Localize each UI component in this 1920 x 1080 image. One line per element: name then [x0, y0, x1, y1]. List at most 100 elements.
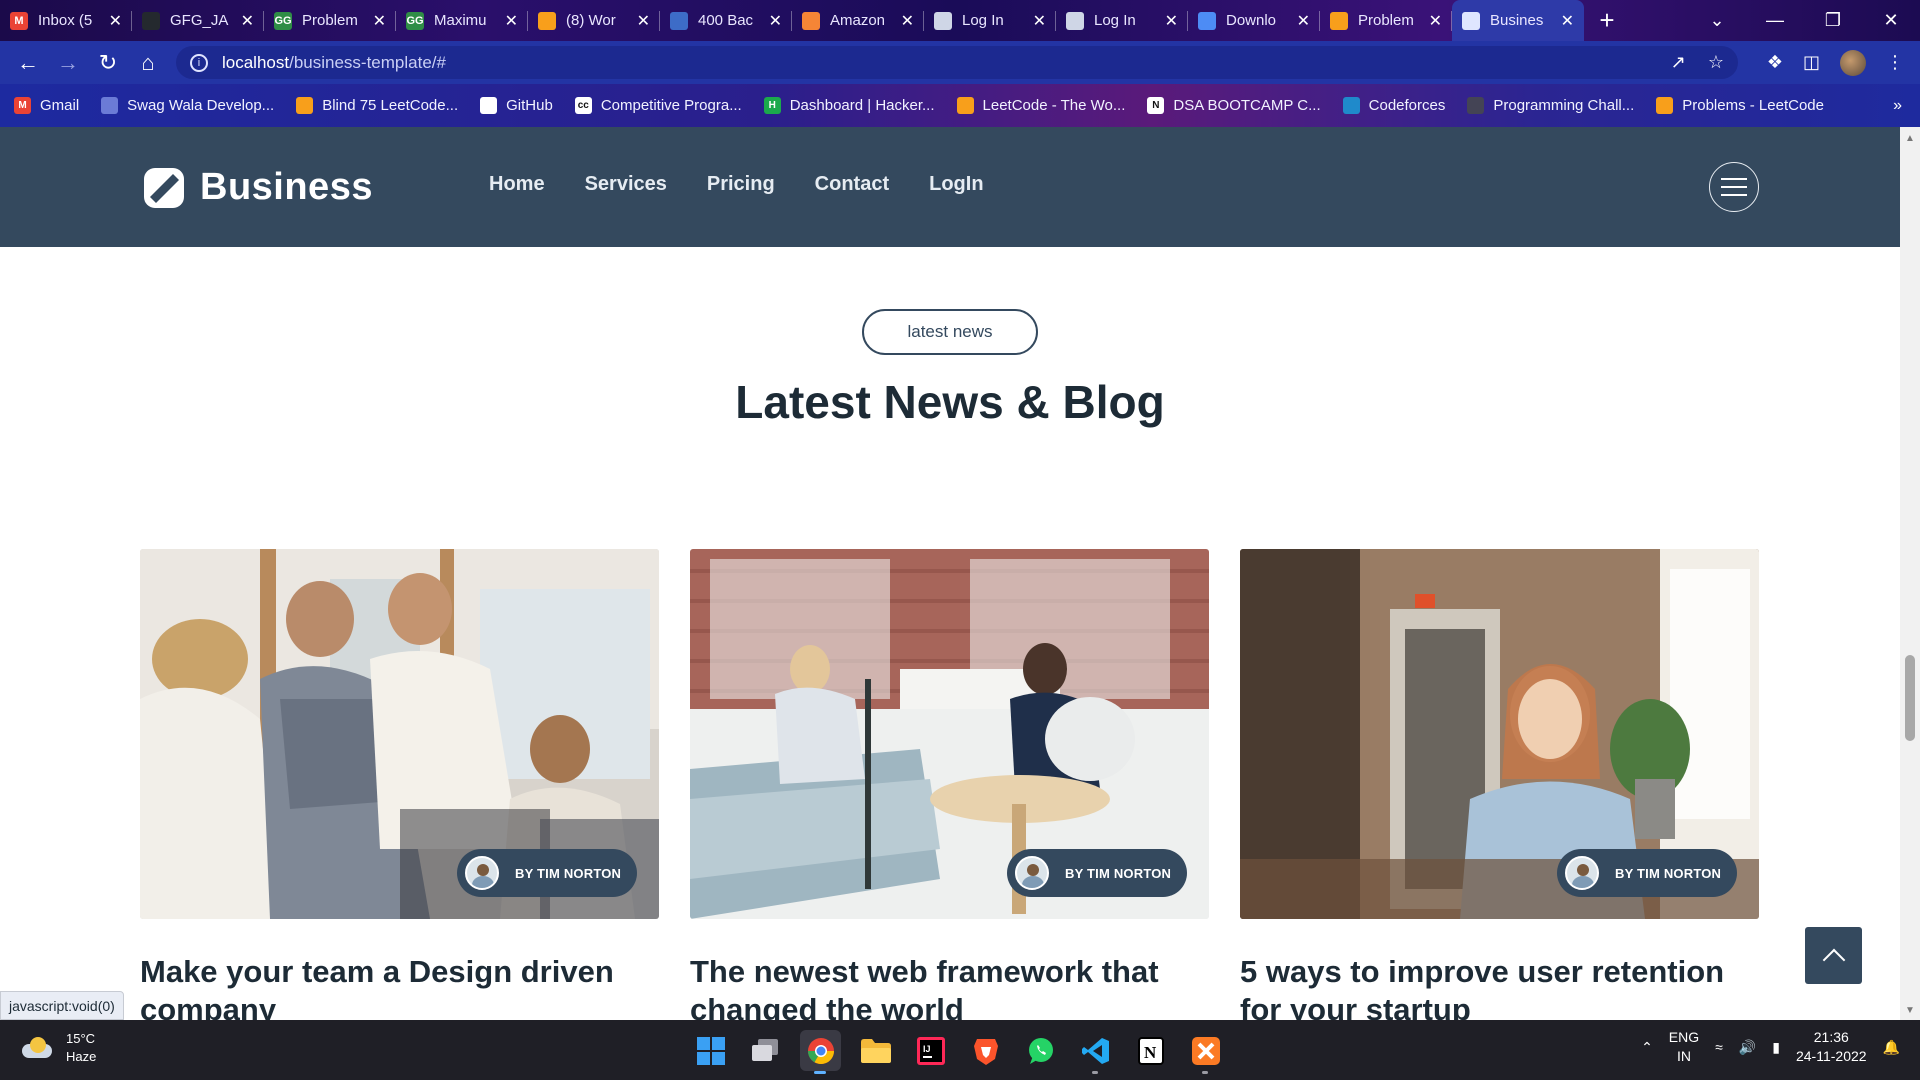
brave-button[interactable] [965, 1030, 1006, 1071]
profile-avatar[interactable] [1840, 49, 1866, 76]
blog-card[interactable]: BY TIM NORTON Make your team a Design dr… [140, 549, 659, 1020]
browser-tab[interactable]: GG Problem ✕ [264, 0, 396, 41]
author-badge[interactable]: BY TIM NORTON [1557, 849, 1737, 897]
author-badge[interactable]: BY TIM NORTON [457, 849, 637, 897]
bookmark-item[interactable]: Problems - LeetCode [1656, 97, 1824, 114]
blog-card-photo-office-lounge[interactable]: BY TIM NORTON [690, 549, 1209, 919]
brand-logo[interactable]: Business [144, 166, 373, 209]
chrome-taskbar-button[interactable] [800, 1030, 841, 1074]
wifi-icon[interactable]: ≈ [1715, 1039, 1723, 1055]
hamburger-menu-button[interactable] [1709, 162, 1759, 212]
tab-close-icon[interactable]: ✕ [637, 11, 650, 31]
browser-tab[interactable]: M Inbox (5 ✕ [0, 0, 132, 41]
back-button[interactable]: ← [8, 43, 48, 83]
tab-close-icon[interactable]: ✕ [1033, 11, 1046, 31]
site-info-icon[interactable]: i [190, 53, 208, 72]
close-window-button[interactable]: ✕ [1862, 10, 1920, 31]
tab-title: Problem [1358, 12, 1414, 29]
section-tag-pill[interactable]: latest news [862, 309, 1038, 355]
tab-close-icon[interactable]: ✕ [1297, 11, 1310, 31]
new-tab-button[interactable]: + [1590, 4, 1624, 38]
nav-login[interactable]: LogIn [929, 173, 983, 196]
tray-overflow-chevron-icon[interactable]: ⌃ [1641, 1039, 1653, 1056]
restore-button[interactable]: ❐ [1804, 10, 1862, 31]
tab-search-icon[interactable]: ⌄ [1688, 10, 1746, 31]
bookmark-item[interactable]: Swag Wala Develop... [101, 97, 274, 114]
browser-tab[interactable]: Busines ✕ [1452, 0, 1584, 41]
tab-title: Log In [1094, 12, 1136, 29]
tab-close-icon[interactable]: ✕ [1165, 11, 1178, 31]
bookmark-item[interactable]: N DSA BOOTCAMP C... [1147, 97, 1321, 114]
weather-widget[interactable]: 15°C Haze [20, 1030, 96, 1066]
tab-close-icon[interactable]: ✕ [373, 11, 386, 31]
extensions-puzzle-icon[interactable]: ❖ [1767, 52, 1783, 73]
bookmark-item[interactable]: Programming Chall... [1467, 97, 1634, 114]
battery-icon[interactable]: ▮ [1772, 1039, 1780, 1056]
side-panel-icon[interactable]: ◫ [1803, 52, 1820, 73]
blog-card-headline[interactable]: The newest web framework that changed th… [690, 953, 1209, 1020]
notifications-icon[interactable]: 🔔 [1883, 1039, 1900, 1056]
blog-card-headline[interactable]: Make your team a Design driven company [140, 953, 659, 1020]
bookmark-item[interactable]: M Gmail [14, 97, 79, 114]
blog-card[interactable]: BY TIM NORTON 5 ways to improve user ret… [1240, 549, 1759, 1020]
browser-tab[interactable]: Amazon ✕ [792, 0, 924, 41]
bookmark-item[interactable]: GitHub [480, 97, 553, 114]
bookmark-item[interactable]: cc Competitive Progra... [574, 97, 742, 114]
blog-card-photo-smiling-woman[interactable]: BY TIM NORTON [1240, 549, 1759, 919]
more-bookmarks-icon[interactable]: » [1893, 97, 1902, 115]
task-view-button[interactable] [745, 1030, 786, 1071]
tab-close-icon[interactable]: ✕ [1561, 11, 1574, 31]
file-explorer-button[interactable] [855, 1030, 896, 1071]
bookmark-item[interactable]: H Dashboard | Hacker... [763, 97, 935, 114]
vscode-button[interactable] [1075, 1030, 1116, 1074]
tab-close-icon[interactable]: ✕ [769, 11, 782, 31]
region-code: IN [1676, 1048, 1691, 1064]
browser-tab[interactable]: GFG_JA ✕ [132, 0, 264, 41]
browser-tab[interactable]: Downlo ✕ [1188, 0, 1320, 41]
browser-tab[interactable]: (8) Wor ✕ [528, 0, 660, 41]
scroll-up-arrow-icon[interactable]: ▲ [1905, 133, 1915, 144]
tab-close-icon[interactable]: ✕ [505, 11, 518, 31]
author-badge[interactable]: BY TIM NORTON [1007, 849, 1187, 897]
volume-icon[interactable]: 🔊 [1739, 1039, 1756, 1056]
bookmark-item[interactable]: LeetCode - The Wo... [956, 97, 1125, 114]
reload-button[interactable]: ↻ [88, 43, 128, 83]
input-language[interactable]: ENG IN [1669, 1028, 1699, 1066]
intellij-button[interactable]: IJ [910, 1030, 951, 1071]
nav-pricing[interactable]: Pricing [707, 173, 775, 196]
bookmark-star-icon[interactable]: ☆ [1708, 52, 1724, 73]
scroll-to-top-button[interactable] [1805, 927, 1862, 984]
nav-contact[interactable]: Contact [815, 173, 889, 196]
browser-tab[interactable]: Problem ✕ [1320, 0, 1452, 41]
xampp-button[interactable] [1185, 1030, 1226, 1074]
nav-home[interactable]: Home [489, 173, 545, 196]
blog-card[interactable]: BY TIM NORTON The newest web framework t… [690, 549, 1209, 1020]
browser-menu-icon[interactable]: ⋮ [1886, 52, 1904, 73]
blog-card-photo-team-meeting[interactable]: BY TIM NORTON [140, 549, 659, 919]
bookmark-item[interactable]: Codeforces [1342, 97, 1445, 114]
bookmark-item[interactable]: Blind 75 LeetCode... [296, 97, 458, 114]
blog-card-headline[interactable]: 5 ways to improve user retention for you… [1240, 953, 1759, 1020]
address-bar[interactable]: i localhost/business-template/# ↗ ☆ [176, 46, 1738, 79]
scrollbar-thumb[interactable] [1905, 655, 1915, 741]
share-icon[interactable]: ↗ [1671, 52, 1686, 73]
browser-tab[interactable]: Log In ✕ [1056, 0, 1188, 41]
browser-tab[interactable]: GG Maximu ✕ [396, 0, 528, 41]
whatsapp-button[interactable] [1020, 1030, 1061, 1071]
home-button[interactable]: ⌂ [128, 43, 168, 83]
browser-tab[interactable]: 400 Bac ✕ [660, 0, 792, 41]
start-button[interactable] [690, 1030, 731, 1071]
page-scrollbar[interactable]: ▲ ▼ [1900, 127, 1920, 1020]
tab-close-icon[interactable]: ✕ [1429, 11, 1442, 31]
browser-tab[interactable]: Log In ✕ [924, 0, 1056, 41]
scroll-down-arrow-icon[interactable]: ▼ [1905, 1005, 1915, 1016]
minimize-button[interactable]: — [1746, 10, 1804, 31]
system-clock[interactable]: 21:36 24-11-2022 [1796, 1028, 1867, 1066]
tab-close-icon[interactable]: ✕ [901, 11, 914, 31]
notion-button[interactable]: N [1130, 1030, 1171, 1071]
tab-close-icon[interactable]: ✕ [109, 11, 122, 31]
nav-services[interactable]: Services [585, 173, 667, 196]
forward-button[interactable]: → [48, 43, 88, 83]
gmail-icon: M [14, 97, 31, 114]
tab-close-icon[interactable]: ✕ [241, 11, 254, 31]
